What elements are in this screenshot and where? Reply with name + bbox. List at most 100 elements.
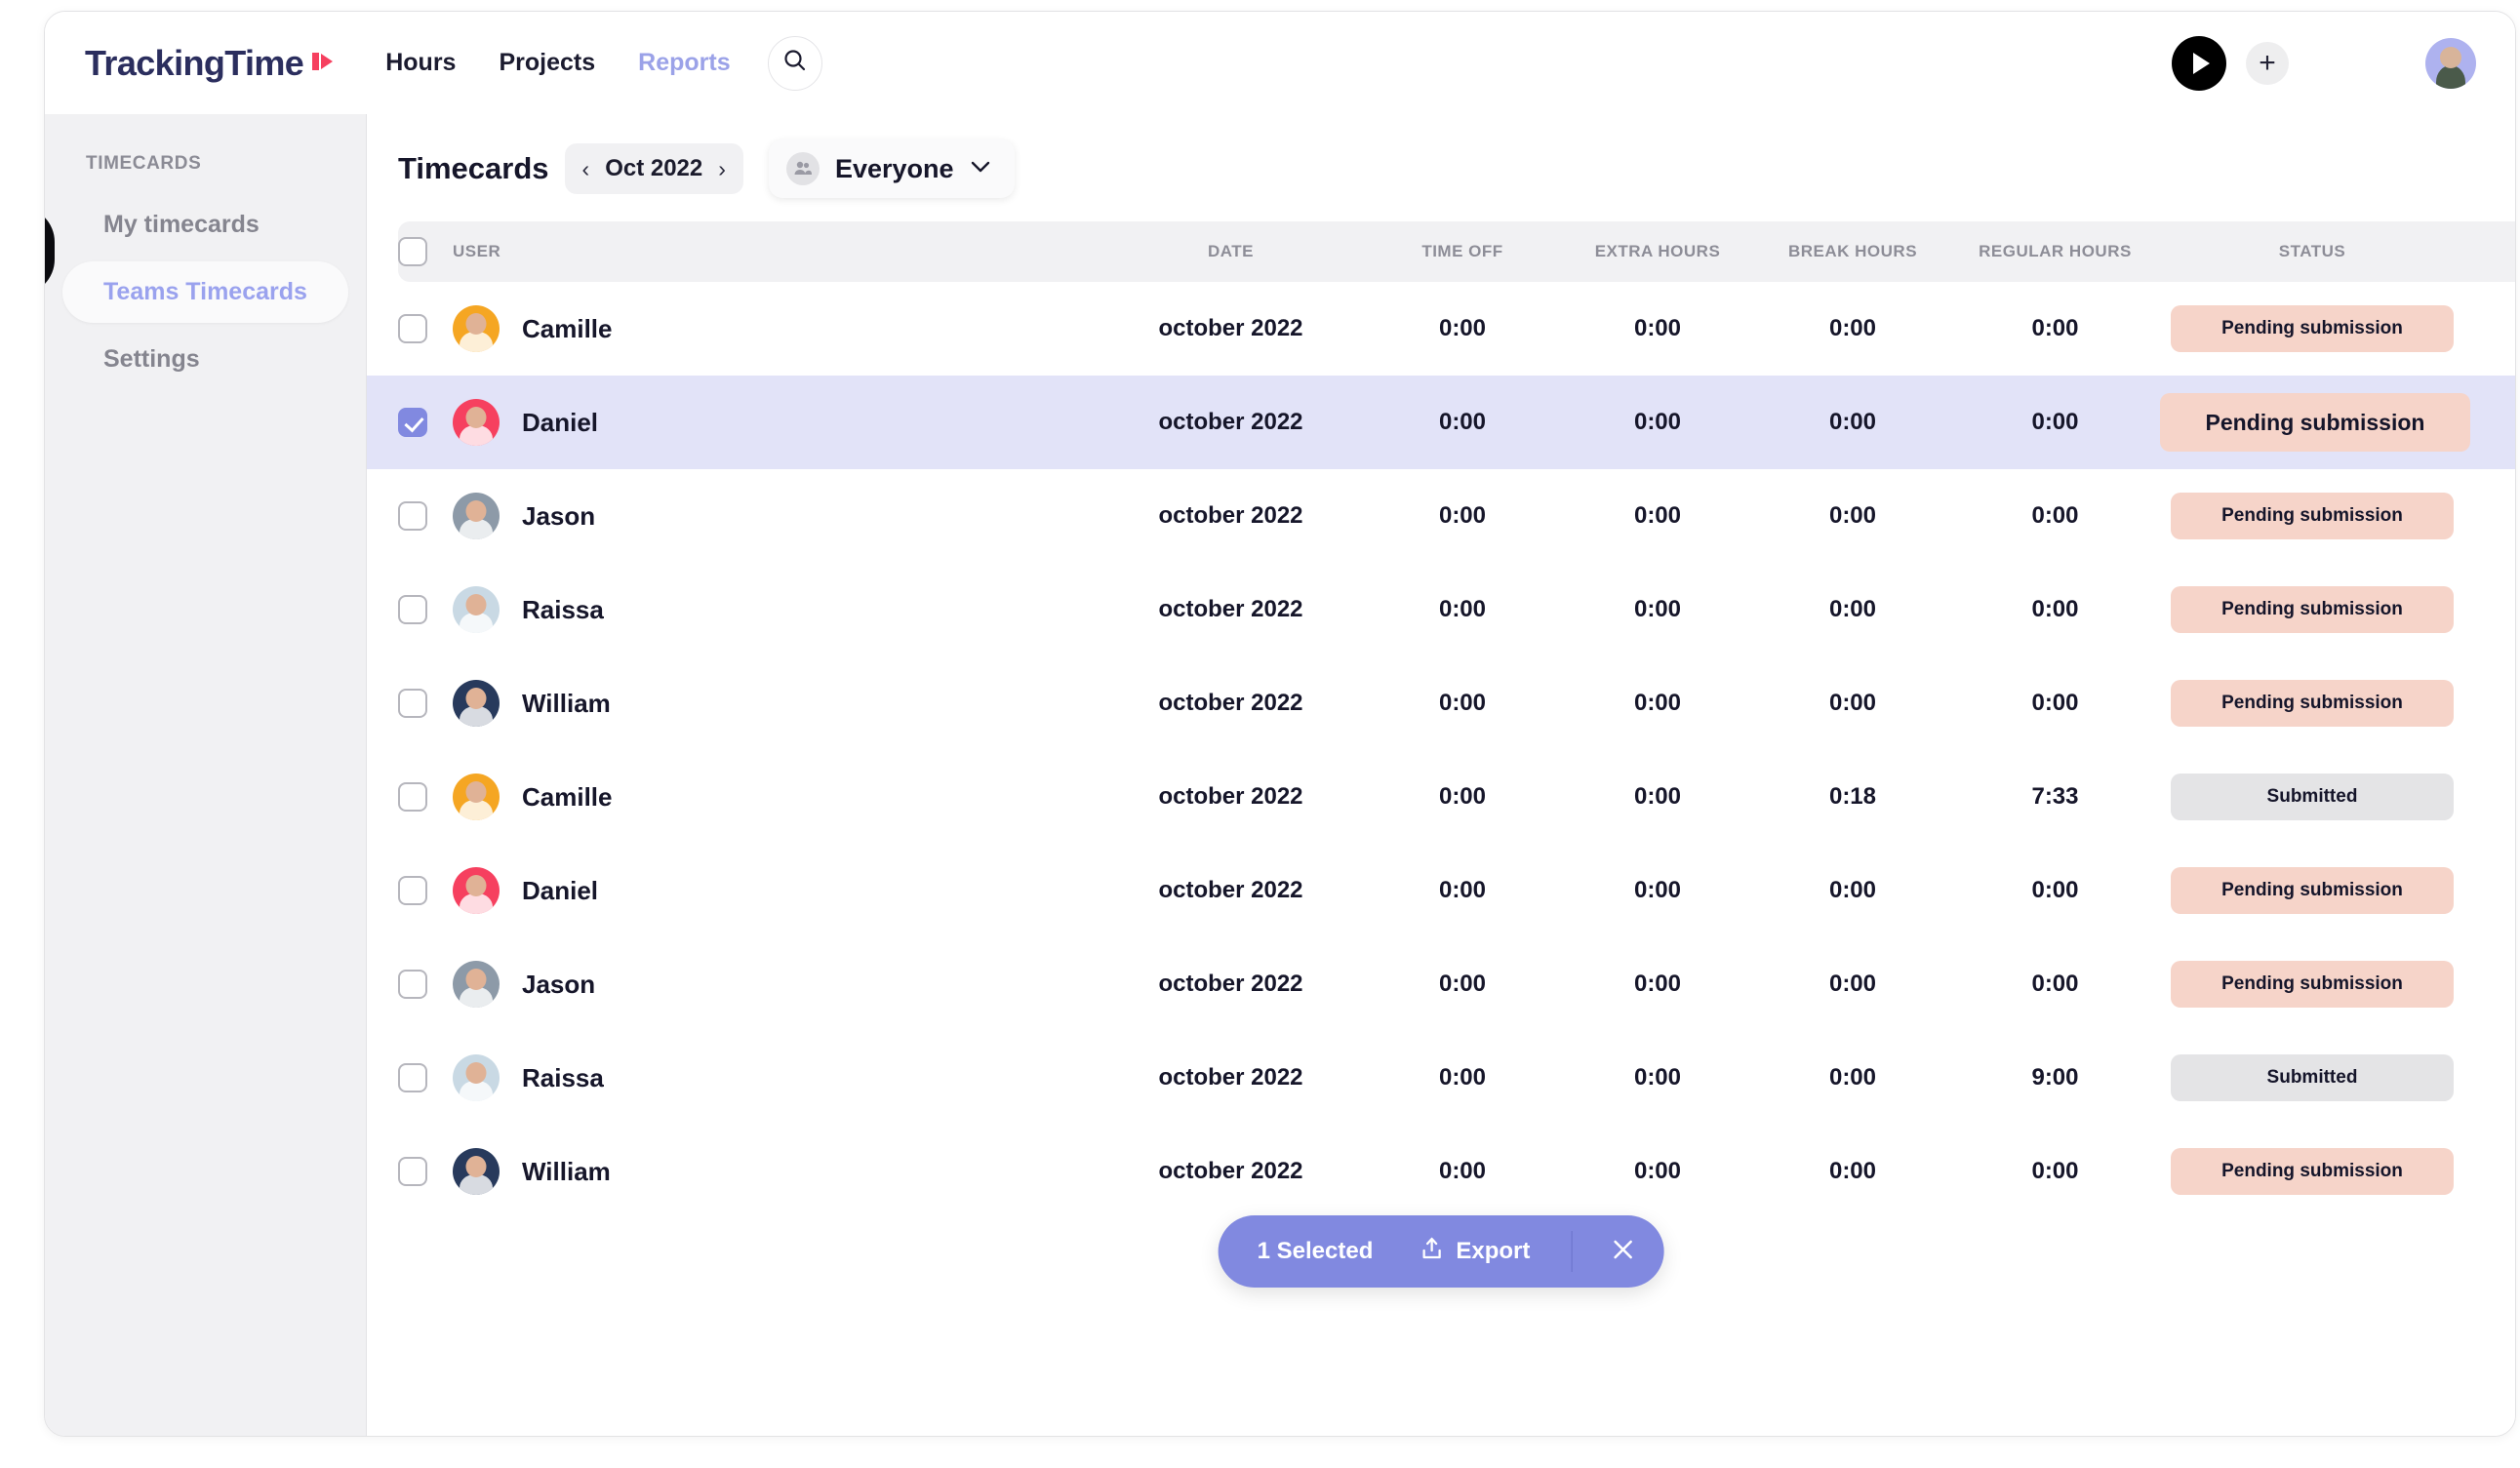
time-off-cell: 0:00	[1438, 783, 1487, 810]
status-badge[interactable]: Submitted	[2171, 774, 2454, 820]
upload-icon	[1420, 1236, 1443, 1268]
close-icon	[1609, 1236, 1636, 1268]
avatar	[453, 1148, 500, 1195]
break-hours-cell: 0:00	[1828, 877, 1877, 903]
nav-link-reports[interactable]: Reports	[638, 49, 730, 77]
export-button[interactable]: Export	[1420, 1236, 1530, 1268]
nav-link-projects[interactable]: Projects	[499, 49, 595, 77]
search-button[interactable]	[767, 35, 822, 91]
table-row[interactable]: Raissa october 2022 0:00 0:00 0:00 0:00 Pendin…	[367, 563, 2515, 656]
row-select-checkbox[interactable]	[398, 1157, 427, 1186]
extra-hours-cell: 0:00	[1633, 502, 1682, 529]
column-header-extra-hours[interactable]: EXTRA HOURS	[1560, 242, 1755, 261]
timecards-table: USER DATE TIME OFF EXTRA HOURS BREAK HOU…	[367, 221, 2515, 1218]
add-button[interactable]: +	[2246, 41, 2289, 85]
break-hours-cell: 0:18	[1828, 783, 1877, 810]
column-header-regular-hours[interactable]: REGULAR HOURS	[1950, 242, 2160, 261]
table-row[interactable]: Daniel october 2022 0:00 0:00 0:00 0:00 Pendin…	[367, 844, 2515, 937]
user-name: Camille	[522, 313, 613, 343]
plus-icon: +	[2259, 46, 2276, 79]
table-row[interactable]: Jason october 2022 0:00 0:00 0:00 0:00 Pending…	[367, 937, 2515, 1031]
chevron-down-icon	[970, 158, 991, 179]
select-all-checkbox[interactable]	[398, 237, 427, 266]
extra-hours-cell: 0:00	[1633, 1064, 1682, 1091]
selection-action-bar: 1 Selected Export	[1218, 1215, 1664, 1288]
regular-hours-cell: 0:00	[2031, 502, 2079, 529]
status-badge[interactable]: Pending submission	[2171, 1148, 2454, 1195]
table-row[interactable]: William october 2022 0:00 0:00 0:00 0:00 Pendi…	[367, 1125, 2515, 1218]
row-select-checkbox[interactable]	[398, 782, 427, 812]
sidebar-item-my-timecards[interactable]: My timecards	[62, 194, 348, 256]
row-select-cell	[398, 314, 453, 343]
table-row[interactable]: Daniel october 2022 0:00 0:00 0:00 0:00 Pendin…	[367, 376, 2515, 469]
status-badge[interactable]: Pending submission	[2171, 680, 2454, 727]
time-off-cell: 0:00	[1438, 1158, 1487, 1184]
status-badge[interactable]: Pending submission	[2171, 961, 2454, 1008]
status-badge[interactable]: Pending submission	[2171, 586, 2454, 633]
clear-selection-button[interactable]	[1597, 1226, 1648, 1277]
account-avatar[interactable]	[2425, 37, 2476, 89]
sidebar: TIMECARDS My timecards Teams Timecards S…	[45, 114, 367, 1436]
status-badge[interactable]: Submitted	[2171, 1054, 2454, 1101]
row-select-checkbox[interactable]	[398, 876, 427, 905]
row-select-checkbox[interactable]	[398, 501, 427, 531]
table-row[interactable]: Camille october 2022 0:00 0:00 0:00 0:00 Pendi…	[367, 282, 2515, 376]
brand-logo[interactable]: TrackingTime	[85, 43, 335, 84]
month-label: Oct 2022	[605, 155, 703, 181]
break-hours-cell: 0:00	[1828, 502, 1877, 529]
table-row[interactable]: Jason october 2022 0:00 0:00 0:00 0:00 Pending…	[367, 469, 2515, 563]
row-select-checkbox[interactable]	[398, 689, 427, 718]
row-select-checkbox[interactable]	[398, 970, 427, 999]
column-header-date[interactable]: DATE	[1097, 242, 1365, 261]
month-navigator[interactable]: ‹ Oct 2022 ›	[564, 143, 743, 194]
row-select-cell	[398, 1063, 453, 1092]
regular-hours-cell: 0:00	[2031, 1158, 2079, 1184]
table-row[interactable]: Raissa october 2022 0:00 0:00 0:00 9:00 Submit…	[367, 1031, 2515, 1125]
user-name: William	[522, 1156, 611, 1186]
status-badge[interactable]: Pending submission	[2171, 867, 2454, 914]
row-select-checkbox[interactable]	[398, 408, 427, 437]
user-cell: Daniel	[453, 867, 1097, 914]
user-name: Camille	[522, 781, 613, 812]
break-hours-cell: 0:00	[1828, 971, 1877, 997]
start-timer-button[interactable]	[2172, 35, 2226, 91]
avatar	[453, 399, 500, 446]
table-header-row: USER DATE TIME OFF EXTRA HOURS BREAK HOU…	[398, 221, 2515, 282]
sidebar-collapse-handle[interactable]	[45, 207, 55, 295]
nav-link-hours[interactable]: Hours	[385, 49, 456, 77]
row-select-cell	[398, 595, 453, 624]
page-toolbar: Timecards ‹ Oct 2022 › Everyone	[367, 114, 2515, 221]
app-window: TrackingTime Hours Projects Reports + TI…	[44, 11, 2516, 1437]
row-select-checkbox[interactable]	[398, 314, 427, 343]
column-label-status: STATUS	[2278, 242, 2346, 260]
column-header-user[interactable]: USER	[453, 242, 1097, 261]
date-cell: october 2022	[1158, 971, 1303, 997]
user-filter-dropdown[interactable]: Everyone	[768, 139, 1015, 198]
sidebar-item-teams-timecards[interactable]: Teams Timecards	[62, 261, 348, 323]
row-select-checkbox[interactable]	[398, 1063, 427, 1092]
column-header-break-hours[interactable]: BREAK HOURS	[1755, 242, 1950, 261]
row-select-checkbox[interactable]	[398, 595, 427, 624]
top-navigation-bar: TrackingTime Hours Projects Reports +	[45, 12, 2515, 114]
extra-hours-cell: 0:00	[1633, 971, 1682, 997]
status-badge[interactable]: Pending submission	[2160, 393, 2470, 452]
brand-play-mark-icon	[309, 42, 335, 83]
break-hours-cell: 0:00	[1828, 690, 1877, 716]
regular-hours-cell: 7:33	[2031, 783, 2079, 810]
status-badge[interactable]: Pending submission	[2171, 305, 2454, 352]
user-cell: Camille	[453, 305, 1097, 352]
sidebar-item-settings[interactable]: Settings	[62, 329, 348, 390]
extra-hours-cell: 0:00	[1633, 690, 1682, 716]
status-cell: Pending submission	[2160, 1148, 2515, 1195]
column-header-time-off[interactable]: TIME OFF	[1365, 242, 1560, 261]
user-name: Raissa	[522, 1062, 604, 1092]
table-row[interactable]: William october 2022 0:00 0:00 0:00 0:00 Pendi…	[367, 656, 2515, 750]
chevron-right-icon[interactable]: ›	[718, 157, 726, 180]
user-name: Daniel	[522, 407, 599, 437]
column-header-status[interactable]: STATUS	[2160, 242, 2515, 261]
status-badge[interactable]: Pending submission	[2171, 493, 2454, 539]
time-off-cell: 0:00	[1438, 1064, 1487, 1091]
avatar	[453, 774, 500, 820]
chevron-left-icon[interactable]: ‹	[582, 157, 590, 180]
table-row[interactable]: Camille october 2022 0:00 0:00 0:18 7:33 Submi…	[367, 750, 2515, 844]
